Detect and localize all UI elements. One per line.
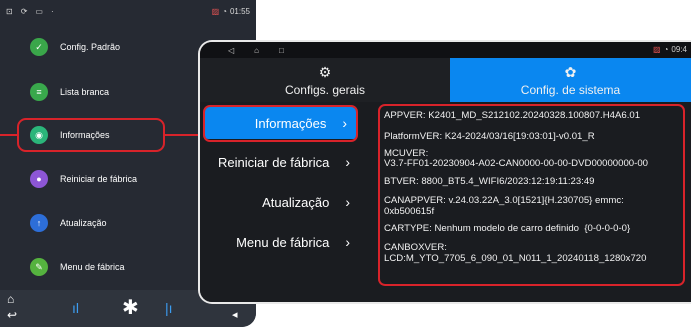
info-line: CANAPPVER: v.24.03.22A_3.0[1521]{H.23070… <box>384 195 624 206</box>
info-line: PlatformVER: K24-2024/03/16[19:03:01]-v0… <box>384 131 595 142</box>
back-menu-label: Atualização <box>60 218 107 228</box>
info-panel: APPVER: K2401_MD_S212102.20240328.100807… <box>380 108 679 288</box>
volume-icon[interactable]: ◂ <box>232 308 238 321</box>
nav-back-icon[interactable]: ◁ <box>228 46 234 55</box>
back-menu-label: Config. Padrão <box>60 42 121 52</box>
home-icon[interactable]: ⌂ <box>7 292 14 306</box>
connector-line-middle <box>165 134 201 136</box>
menu-item-reiniciar[interactable]: Reiniciar de fábrica › <box>200 146 360 178</box>
tab-label: Configs. gerais <box>284 82 366 97</box>
check-icon: ✓ <box>30 38 48 56</box>
menu-item-menu-fabrica[interactable]: Menu de fábrica › <box>200 226 360 258</box>
back-status-bar: ⊡ ⟳ ▭ · ▨ ◔ 01:55 <box>0 0 256 22</box>
tablet-status-bar: ◁ ⌂ □ ▨ ◔ 09:4 <box>200 42 691 58</box>
nav-home-icon[interactable]: ⌂ <box>254 46 259 55</box>
info-line: V3.7-FF01-20230904-A02-CAN0000-00-00-DVD… <box>384 158 648 169</box>
window-icon: ⊡ <box>6 6 13 16</box>
tablet-screen: ◁ ⌂ □ ▨ ◔ 09:4 ⚙ Configs. gerais ✿ Confi… <box>198 40 691 304</box>
tab-config-sistema[interactable]: ✿ Config. de sistema <box>450 58 691 102</box>
chevron-right-icon: › <box>345 194 350 210</box>
screen-icon: ▭ <box>35 6 43 16</box>
tab-label: Config. de sistema <box>520 82 621 97</box>
settings-tabs: ⚙ Configs. gerais ✿ Config. de sistema <box>200 58 691 102</box>
back-menu-label: Menu de fábrica <box>60 262 125 272</box>
bluetooth-icon[interactable]: ✱ <box>122 295 139 320</box>
tab-configs-gerais[interactable]: ⚙ Configs. gerais <box>200 58 450 102</box>
back-highlight-box <box>17 118 165 152</box>
info-line: LCD:M_YTO_7705_6_090_01_N011_1_20240118_… <box>384 253 647 264</box>
info-line: 0xb500615f <box>384 206 435 217</box>
factory-icon: ✎ <box>30 258 48 276</box>
dot-icon: · <box>50 6 54 16</box>
gear-icon: ⚙ <box>318 63 332 80</box>
chevron-right-icon: › <box>345 154 350 170</box>
wifi-icon: ◔ <box>222 6 227 16</box>
next-track-icon[interactable]: |ı <box>165 300 173 316</box>
nav-recent-icon[interactable]: □ <box>279 46 284 55</box>
update-icon: ↑ <box>30 214 48 232</box>
list-icon: ≡ <box>30 83 48 101</box>
back-arrow-icon[interactable]: ↩ <box>7 308 17 322</box>
info-line: BTVER: 8800_BT5.4_WIFI6/2023:12:19:11:23… <box>384 176 595 187</box>
signal-icon: ▨ <box>653 45 661 54</box>
back-menu-label: Reiniciar de fábrica <box>60 174 138 184</box>
info-line: CARTYPE: Nenhum modelo de carro definido… <box>384 223 631 234</box>
status-time: 09:4 <box>671 45 687 54</box>
menu-highlight-box <box>203 105 358 142</box>
info-line: APPVER: K2401_MD_S212102.20240328.100807… <box>384 110 641 121</box>
menu-label: Reiniciar de fábrica <box>218 154 330 170</box>
chevron-right-icon: › <box>345 234 350 250</box>
menu-item-atualizacao[interactable]: Atualização › <box>200 186 360 218</box>
back-menu-label: Lista branca <box>60 87 110 97</box>
wifi-icon: ◔ <box>663 45 669 54</box>
equalizer-icon[interactable]: ıl <box>72 300 79 316</box>
menu-label: Menu de fábrica <box>236 234 330 250</box>
signal-icon: ▨ <box>211 6 220 16</box>
connector-line-left <box>0 134 17 136</box>
info-line: CANBOXVER: <box>384 242 447 253</box>
status-time: 01:55 <box>229 6 250 16</box>
menu-label: Atualização <box>262 194 330 210</box>
system-icon: ✿ <box>564 63 577 80</box>
reset-icon: ● <box>30 170 48 188</box>
refresh-icon: ⟳ <box>20 6 28 16</box>
